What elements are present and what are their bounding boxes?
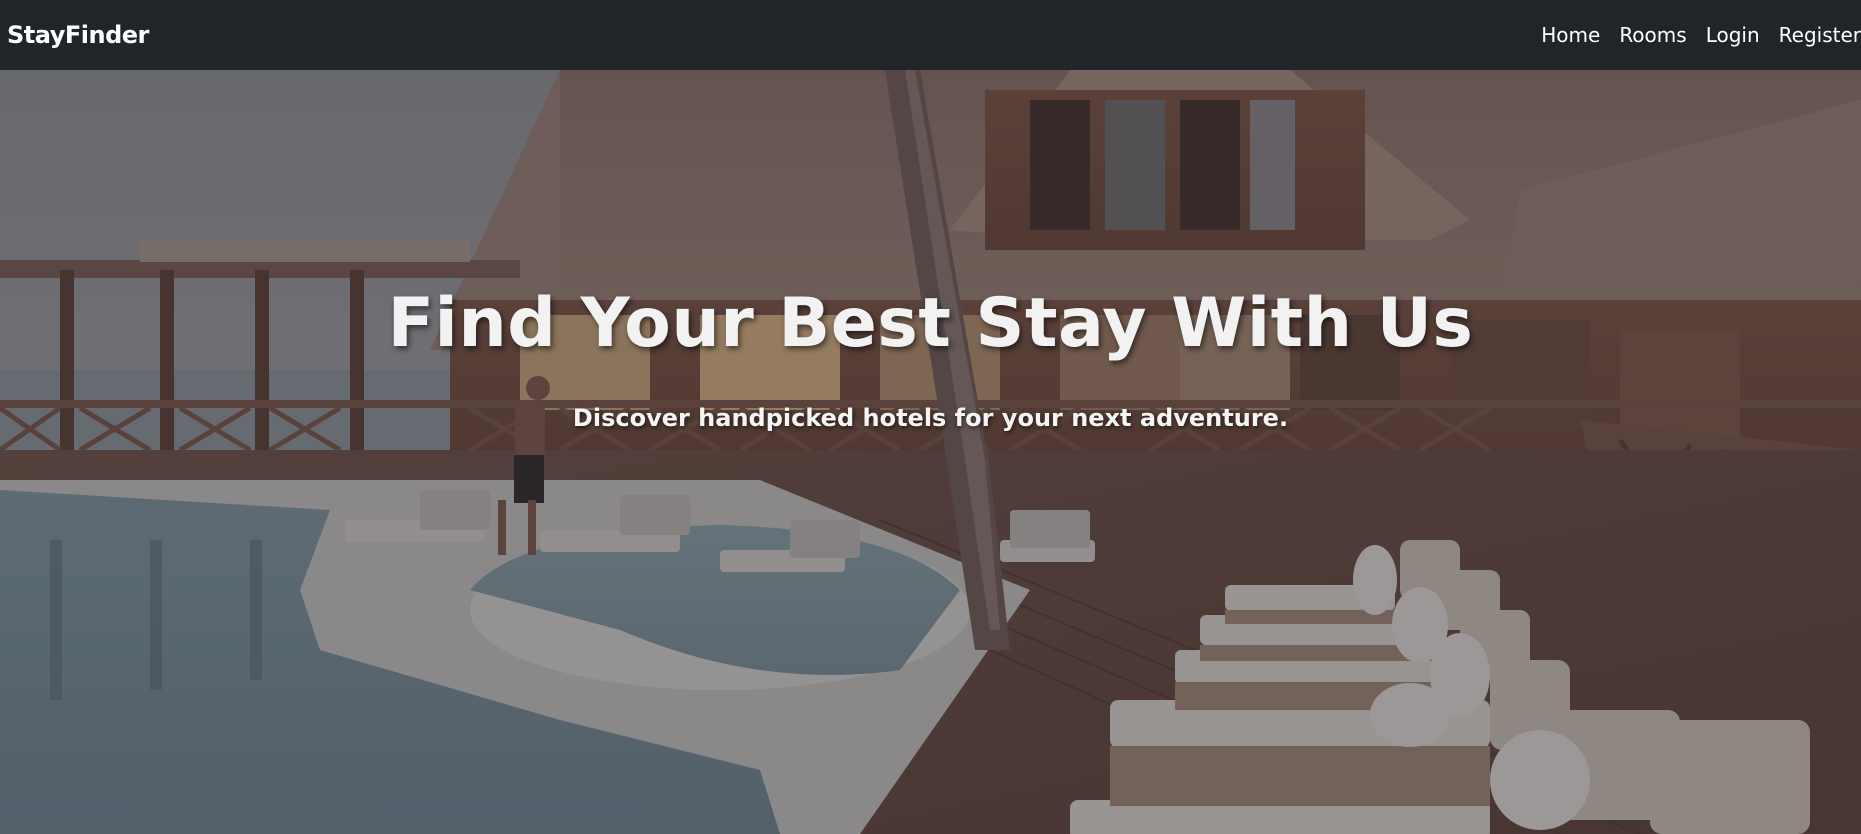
nav-link-login[interactable]: Login [1706,23,1760,47]
hero-subtitle: Discover handpicked hotels for your next… [572,404,1289,432]
nav-link-rooms[interactable]: Rooms [1619,23,1686,47]
hero-section: Find Your Best Stay With Us Discover han… [0,70,1861,834]
nav-link-home[interactable]: Home [1541,23,1600,47]
hero-dark-overlay [0,70,1861,834]
top-navbar: StayFinder Home Rooms Login Register [0,0,1861,70]
brand-logo-link[interactable]: StayFinder [7,21,149,49]
nav-link-register[interactable]: Register [1779,23,1861,47]
nav-links: Home Rooms Login Register [1522,0,1861,70]
hero-title: Find Your Best Stay With Us [387,284,1474,363]
